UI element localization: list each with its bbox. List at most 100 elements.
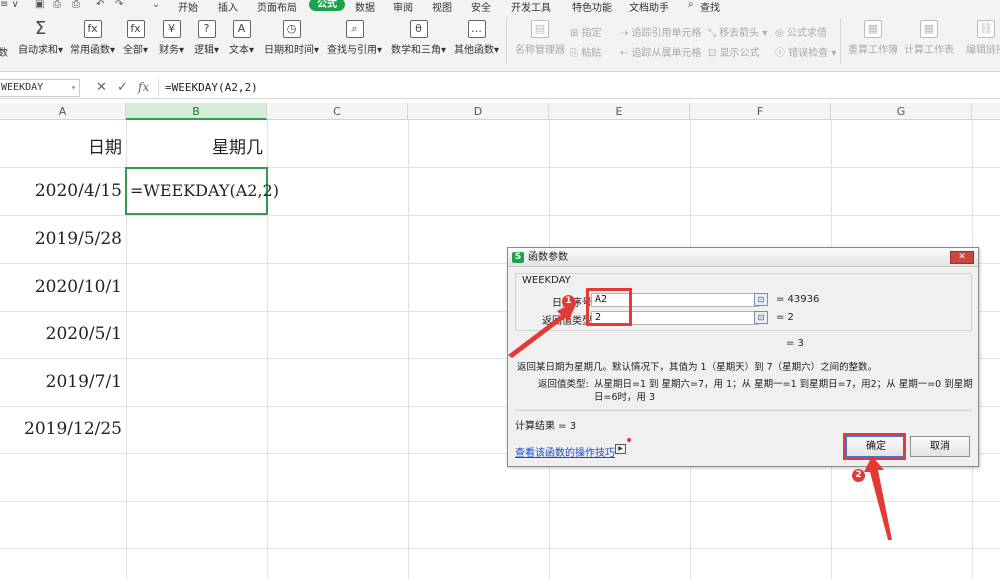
cell-a2[interactable]: 2020/4/15 <box>0 181 122 201</box>
calc-sheet-label: 计算工作表 <box>904 45 954 56</box>
quick-access-more-icon[interactable]: ⌄ <box>152 0 160 10</box>
clock-icon: ◷ <box>282 20 301 38</box>
datetime-label: 日期和时间 <box>264 45 314 56</box>
chevron-down-icon[interactable]: ▾ <box>71 80 76 96</box>
cell-a3[interactable]: 2019/5/28 <box>0 229 122 249</box>
formula-input[interactable]: =WEEKDAY(A2,2) <box>158 79 1000 97</box>
magnifier-icon: ⌕ <box>345 20 364 38</box>
arg-label-serial: 日期序号 <box>518 294 592 309</box>
other-functions-button[interactable]: … 其他函数▾ <box>454 20 499 56</box>
insert-function-icon[interactable]: fx <box>138 80 149 94</box>
function-description: 返回某日期为星期几。默认情况下，其值为 1（星期天）到 7（星期六）之间的整数。 <box>517 362 878 373</box>
cell-a7[interactable]: 2019/12/25 <box>0 419 122 439</box>
column-header-d[interactable]: D <box>408 103 549 120</box>
column-header-e[interactable]: E <box>549 103 690 120</box>
all-functions-button[interactable]: fx 全部▾ <box>123 20 148 56</box>
specify-label: 指定 <box>581 28 602 39</box>
column-header-a[interactable]: A <box>0 103 126 120</box>
save-icon[interactable]: ▣ <box>35 0 44 10</box>
column-header-f[interactable]: F <box>690 103 831 120</box>
function-arguments-dialog: S 函数参数 ✕ WEEKDAY 日期序号 A2 ⊡ = 43936 返回值类型… <box>507 247 979 467</box>
formula-eval-button[interactable]: ◎ 公式求值 <box>775 24 827 39</box>
show-formulas-label: 显示公式 <box>719 48 760 59</box>
paste-label: 粘贴 <box>581 48 602 59</box>
specify-button[interactable]: ⊞ 指定 <box>570 24 602 39</box>
name-box[interactable]: WEEKDAY ▾ <box>0 79 80 97</box>
cancel-icon[interactable]: ✕ <box>96 80 107 95</box>
redo-icon[interactable]: ↷ <box>115 0 123 10</box>
video-icon[interactable]: ▶ <box>615 444 626 454</box>
function-icon: fx <box>126 20 145 38</box>
insert-function-label[interactable]: 数 <box>0 44 8 59</box>
recalc-workbook-button[interactable]: ▦ 重算工作簿 <box>848 20 898 56</box>
column-header-b[interactable]: B <box>126 103 267 120</box>
financial-button[interactable]: ¥ 财务▾ <box>159 20 184 56</box>
column-header-g[interactable]: G <box>831 103 972 120</box>
menu-insert[interactable]: 插入 <box>218 0 238 14</box>
collapse-dialog-icon[interactable]: ⊡ <box>754 311 768 324</box>
math-trig-label: 数学和三角 <box>391 45 441 56</box>
link-icon: ⛓ <box>977 20 995 38</box>
active-cell-b2[interactable]: =WEEKDAY(A2,2) <box>125 167 279 215</box>
edit-links-button[interactable]: ⛓ 编辑链接 <box>966 20 1000 56</box>
specify-icon: ⊞ <box>570 28 582 39</box>
cell-a1[interactable]: 日期 <box>40 133 122 158</box>
cell-a6[interactable]: 2019/7/1 <box>0 372 122 392</box>
other-functions-label: 其他函数 <box>454 45 494 56</box>
menu-security[interactable]: 安全 <box>471 0 491 14</box>
error-check-button[interactable]: ⓘ 错误检查 ▾ <box>775 44 836 59</box>
remove-arrows-button[interactable]: ⤡ 移去箭头 ▾ <box>708 24 767 39</box>
dialog-divider <box>515 410 972 411</box>
menu-data[interactable]: 数据 <box>355 0 375 14</box>
cell-b1[interactable]: 星期几 <box>160 133 263 158</box>
menu-doc-assistant[interactable]: 文档助手 <box>629 0 669 14</box>
menu-page-layout[interactable]: 页面布局 <box>257 0 297 14</box>
text-functions-button[interactable]: A 文本▾ <box>229 20 254 56</box>
formula-eval-label: 公式求值 <box>786 28 827 39</box>
menu-formulas[interactable]: 公式 <box>309 0 345 11</box>
menu-search[interactable]: 查找 <box>700 0 720 14</box>
grid-line <box>0 501 1000 502</box>
print-icon[interactable]: ⎙ <box>53 0 61 10</box>
trace-precedents-button[interactable]: ⇢ 追踪引用单元格 <box>620 24 702 39</box>
cell-a5[interactable]: 2020/5/1 <box>0 324 122 344</box>
edit-links-label: 编辑链接 <box>966 45 1000 56</box>
trace-dependents-button[interactable]: ⇠ 追踪从属单元格 <box>620 44 702 59</box>
name-manager-button[interactable]: ▤ 名称管理器 <box>515 20 565 56</box>
more-icon: … <box>467 20 486 38</box>
print-preview-icon[interactable]: ⎙ <box>72 0 80 10</box>
text-functions-label: 文本 <box>229 45 249 56</box>
column-header-c[interactable]: C <box>267 103 408 120</box>
menu-features[interactable]: 特色功能 <box>572 0 612 14</box>
highlight-box-args <box>586 288 632 326</box>
menu-toggle-icon[interactable]: ≡ ∨ <box>0 0 19 10</box>
arg-label-return-type: 返回值类型 <box>542 316 592 327</box>
close-icon[interactable]: ✕ <box>950 251 974 264</box>
menu-view[interactable]: 视图 <box>432 0 452 14</box>
lookup-reference-button[interactable]: ⌕ 查找与引用▾ <box>327 20 382 56</box>
enter-icon[interactable]: ✓ <box>117 80 128 95</box>
math-trig-button[interactable]: θ 数学和三角▾ <box>391 20 446 56</box>
menu-review[interactable]: 审阅 <box>393 0 413 14</box>
calc-sheet-button[interactable]: ▦ 计算工作表 <box>904 20 954 56</box>
show-formulas-button[interactable]: ⊡ 显示公式 <box>708 44 760 59</box>
search-icon[interactable]: ⌕ <box>688 0 694 10</box>
menu-home[interactable]: 开始 <box>178 0 198 14</box>
formula-preview-result: = 3 <box>786 338 804 349</box>
collapse-dialog-icon[interactable]: ⊡ <box>754 293 768 306</box>
help-link[interactable]: 查看该函数的操作技巧 <box>515 444 615 459</box>
common-functions-button[interactable]: fx 常用函数▾ <box>70 20 115 56</box>
menu-developer[interactable]: 开发工具 <box>511 0 551 14</box>
cell-a4[interactable]: 2020/10/1 <box>0 277 122 297</box>
autosum-button[interactable]: Σ 自动求和▾ <box>18 20 63 57</box>
cancel-button[interactable]: 取消 <box>910 436 970 457</box>
dialog-title-bar[interactable]: S 函数参数 ✕ <box>508 248 978 267</box>
ribbon-separator <box>506 18 507 64</box>
trace-precedents-icon: ⇢ <box>620 28 632 39</box>
lookup-reference-label: 查找与引用 <box>327 45 377 56</box>
datetime-button[interactable]: ◷ 日期和时间▾ <box>264 20 319 56</box>
formula-eval-icon: ◎ <box>775 28 787 39</box>
logical-button[interactable]: ? 逻辑▾ <box>194 20 219 56</box>
undo-icon[interactable]: ↶ <box>96 0 104 10</box>
paste-name-button[interactable]: ⎘ 粘贴 <box>570 44 601 59</box>
